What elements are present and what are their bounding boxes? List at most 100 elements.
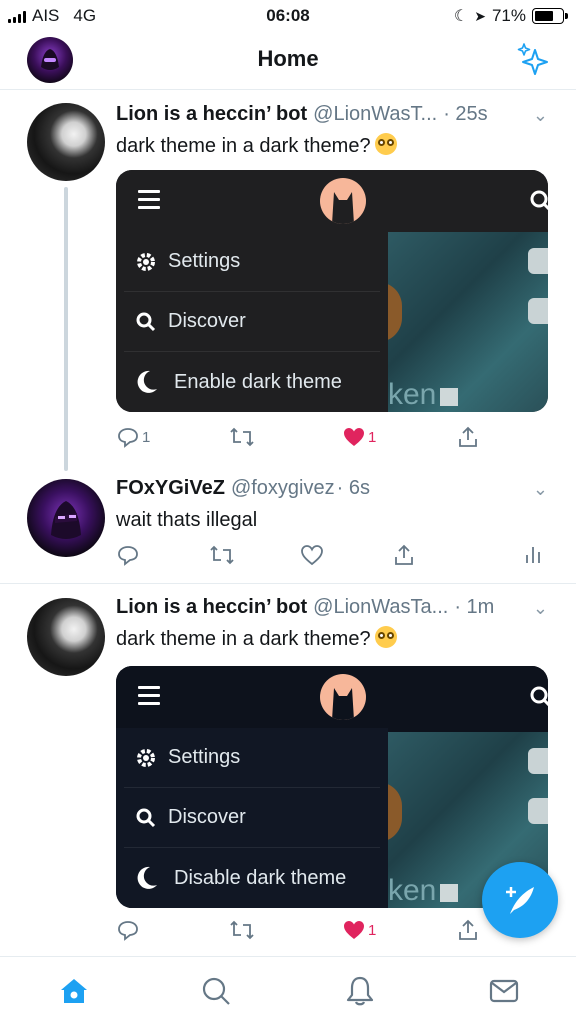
timestamp[interactable]: · 6s (337, 477, 370, 500)
retweet-button[interactable] (228, 918, 256, 942)
image-text-label: ken (388, 378, 437, 411)
menu-item-dark-theme: Disable dark theme (124, 848, 380, 908)
share-icon (395, 544, 413, 565)
avatar[interactable] (27, 598, 105, 676)
timestamp[interactable]: · 25s (443, 103, 487, 126)
card-background-image: ken (378, 232, 548, 412)
heart-box-icon (528, 298, 548, 324)
search-icon (202, 977, 230, 1005)
retweet-button[interactable] (208, 543, 236, 567)
share-button[interactable] (392, 543, 416, 567)
tab-home[interactable] (56, 973, 92, 1009)
battery-icon (532, 8, 568, 24)
tweet-header: Lion is a heccin’ bot @LionWasTa... · 1m (116, 596, 494, 619)
thread-line (64, 187, 68, 471)
like-button[interactable]: 1 (342, 918, 376, 942)
search-icon (528, 684, 548, 715)
tweet[interactable]: Lion is a heccin’ bot @LionWasT... · 25s… (0, 91, 576, 471)
moon-icon (124, 864, 168, 892)
analytics-button[interactable] (522, 543, 544, 567)
tweet-text: dark theme in a dark theme? (116, 626, 397, 651)
image-text: ken (388, 874, 459, 908)
tab-messages[interactable] (486, 973, 522, 1009)
battery-percent: 71% (491, 6, 526, 25)
feather-plus-icon (506, 887, 534, 914)
messages-icon (489, 979, 519, 1003)
menu-item-label: Enable dark theme (174, 370, 342, 393)
tweet-header: FOxYGiVeZ @foxygivez · 6s (116, 477, 370, 500)
timestamp[interactable]: · 1m (454, 596, 494, 619)
media-card[interactable]: ken Settings Discover Enable dark theme (116, 170, 548, 412)
avatar[interactable] (27, 103, 105, 181)
hamburger-icon (138, 686, 160, 710)
tweet-actions: 1 (116, 918, 548, 948)
search-icon (124, 807, 168, 829)
menu-item-label: Settings (168, 250, 241, 272)
more-icon (528, 248, 548, 274)
reply-icon (118, 428, 138, 448)
reply-button[interactable] (116, 918, 140, 942)
menu-item-dark-theme: Enable dark theme (124, 352, 380, 412)
do-not-disturb-icon: ☾ (453, 8, 469, 25)
bottom-tab-bar (0, 956, 576, 1024)
menu-item-label: Discover (168, 310, 246, 332)
author-handle[interactable]: @foxygivez (231, 477, 335, 500)
chevron-down-icon[interactable]: ⌄ (533, 105, 548, 126)
author-name[interactable]: Lion is a heccin’ bot (116, 596, 307, 619)
tab-notifications[interactable] (342, 973, 378, 1009)
chevron-down-icon[interactable]: ⌄ (533, 598, 548, 619)
status-right: ☾ ➤ 71% (453, 6, 568, 26)
card-menu: Settings Discover Disable dark theme (116, 728, 388, 908)
retweet-icon (230, 920, 254, 940)
chevron-down-icon[interactable]: ⌄ (533, 479, 548, 500)
reply-button[interactable] (116, 543, 140, 567)
app-header: Home (0, 34, 576, 90)
like-button[interactable]: 1 (342, 425, 376, 449)
like-count: 1 (368, 428, 377, 446)
share-icon (459, 426, 477, 447)
media-card[interactable]: ken Settings Discover Disable dark theme (116, 666, 548, 908)
tweet-text: dark theme in a dark theme? (116, 133, 397, 158)
retweet-button[interactable] (228, 425, 256, 449)
share-button[interactable] (456, 425, 480, 449)
author-name[interactable]: Lion is a heccin’ bot (116, 103, 307, 126)
tweet[interactable]: FOxYGiVeZ @foxygivez · 6s ⌄ wait thats i… (0, 467, 576, 583)
cat-logo-icon (320, 674, 366, 720)
sparkle-icon[interactable] (516, 42, 550, 83)
search-icon (124, 311, 168, 333)
tweet-actions (116, 543, 548, 573)
menu-item-label: Settings (168, 746, 241, 768)
menu-item-discover: Discover (124, 788, 380, 848)
retweet-icon (230, 427, 254, 447)
heart-filled-icon (344, 921, 364, 939)
author-handle[interactable]: @LionWasT... (313, 103, 437, 126)
reply-button[interactable]: 1 (116, 425, 150, 449)
heart-box-icon (528, 798, 548, 824)
pencil-icon (440, 388, 459, 406)
battery-level (535, 11, 554, 21)
tweet-actions: 1 1 (116, 425, 548, 455)
page-title: Home (257, 46, 319, 71)
avatar[interactable] (27, 479, 105, 557)
hamburger-icon (138, 190, 160, 214)
pencil-icon (440, 884, 459, 902)
heart-filled-icon (344, 428, 364, 446)
search-icon (528, 188, 548, 219)
share-button[interactable] (456, 918, 480, 942)
tab-search[interactable] (198, 973, 234, 1009)
notifications-icon (346, 976, 374, 1006)
reply-icon (118, 921, 138, 941)
menu-item-settings: Settings (124, 728, 380, 788)
home-icon (61, 979, 87, 1003)
card-topbar (116, 666, 548, 728)
ninja-icon (51, 501, 81, 539)
tweet-header: Lion is a heccin’ bot @LionWasT... · 25s (116, 103, 488, 126)
moon-icon (124, 368, 168, 396)
like-button[interactable] (300, 543, 324, 567)
author-name[interactable]: FOxYGiVeZ (116, 477, 225, 500)
author-handle[interactable]: @LionWasTa... (313, 596, 448, 619)
flushed-emoji-icon (374, 133, 397, 155)
card-menu: Settings Discover Enable dark theme (116, 232, 388, 412)
more-icon (528, 748, 548, 774)
compose-tweet-button[interactable] (482, 862, 558, 938)
